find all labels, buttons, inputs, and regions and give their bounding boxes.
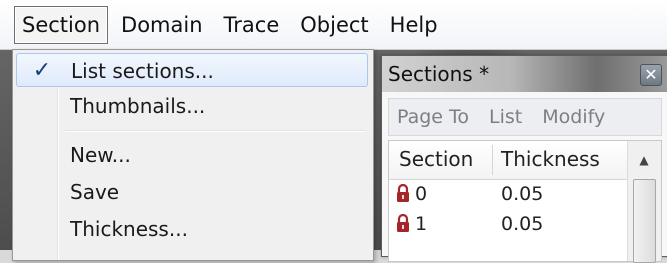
- sections-window-title: Sections *: [388, 62, 490, 86]
- menu-domain[interactable]: Domain: [113, 6, 211, 44]
- sections-window-titlebar[interactable]: Sections * ✕: [382, 56, 667, 92]
- column-header-section[interactable]: Section: [399, 147, 473, 171]
- sections-window: Sections * ✕ Page To List Modify Section…: [381, 55, 667, 263]
- menu-help[interactable]: Help: [382, 6, 446, 44]
- cell-thickness: 0.05: [501, 213, 544, 235]
- section-dropdown-menu: ✓ List sections... Thumbnails... New... …: [12, 49, 374, 261]
- menu-list[interactable]: List: [489, 106, 522, 128]
- menu-item-thumbnails[interactable]: Thumbnails...: [16, 89, 368, 123]
- menu-modify[interactable]: Modify: [542, 106, 605, 128]
- sections-window-menubar: Page To List Modify: [388, 98, 662, 136]
- scroll-up-arrow-icon[interactable]: ▲: [634, 151, 654, 169]
- table-header: Section Thickness: [389, 141, 627, 180]
- menu-section[interactable]: Section: [14, 5, 109, 44]
- close-icon[interactable]: ✕: [640, 64, 662, 86]
- cell-section: 1: [415, 213, 428, 235]
- menu-object[interactable]: Object: [292, 6, 376, 44]
- table-row[interactable]: 1 0.05: [389, 211, 627, 237]
- scroll-thumb[interactable]: [633, 179, 656, 263]
- menu-item-label: Save: [70, 180, 120, 204]
- menu-item-new[interactable]: New...: [16, 138, 368, 172]
- menu-item-label: New...: [70, 143, 131, 167]
- cell-thickness: 0.05: [501, 183, 544, 205]
- vertical-scrollbar[interactable]: ▲: [627, 141, 661, 263]
- menu-item-label: List sections...: [71, 59, 214, 83]
- cell-section: 0: [415, 183, 428, 205]
- menu-item-thickness[interactable]: Thickness...: [16, 212, 368, 246]
- column-divider[interactable]: [492, 145, 493, 175]
- menu-item-label: Thumbnails...: [70, 94, 206, 118]
- menu-item-list-sections[interactable]: ✓ List sections...: [16, 53, 368, 87]
- menu-trace[interactable]: Trace: [216, 6, 288, 44]
- menu-item-save[interactable]: Save: [16, 175, 368, 209]
- menu-item-label: Thickness...: [70, 217, 188, 241]
- menu-page-to[interactable]: Page To: [397, 106, 469, 128]
- lock-icon: [397, 213, 409, 232]
- checkmark-icon: ✓: [32, 58, 52, 83]
- column-header-thickness[interactable]: Thickness: [501, 147, 600, 171]
- menu-separator: [65, 130, 365, 132]
- sections-table: Section Thickness 0 0.05 1 0.05 ▲: [388, 140, 662, 263]
- table-row[interactable]: 0 0.05: [389, 181, 627, 207]
- main-menubar: Section Domain Trace Object Help: [0, 0, 667, 50]
- lock-icon: [397, 183, 409, 202]
